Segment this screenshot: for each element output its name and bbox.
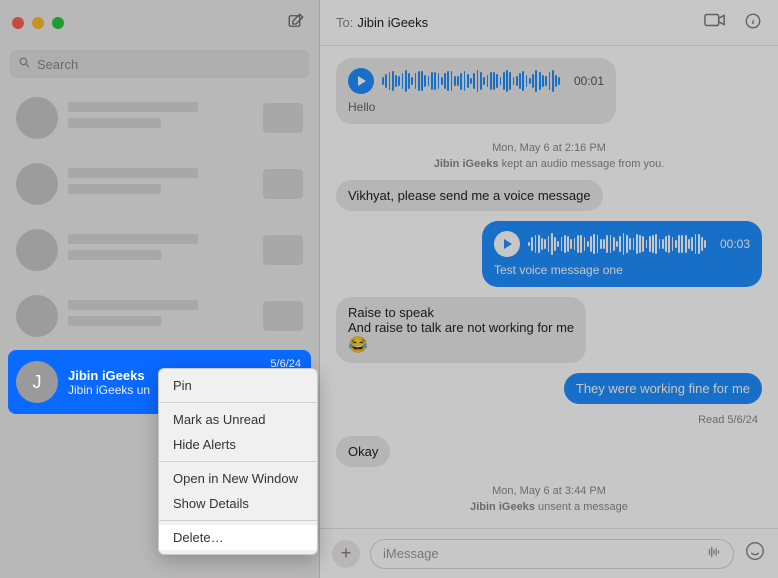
status-line: Jibin iGeeks unsent a message — [336, 501, 762, 513]
play-icon[interactable] — [494, 231, 520, 257]
info-icon[interactable] — [744, 12, 762, 33]
search-placeholder: Search — [37, 57, 78, 72]
emoji-laugh: 😂 — [348, 337, 368, 354]
message-outgoing[interactable]: They were working fine for me — [564, 373, 762, 404]
conversation-main: To: Jibin iGeeks 00:01 He — [320, 0, 778, 578]
window-close-button[interactable] — [12, 17, 24, 29]
message-composer: + iMessage — [320, 528, 778, 578]
window-titlebar — [0, 0, 319, 46]
status-line: Jibin iGeeks kept an audio message from … — [336, 158, 762, 170]
apps-button[interactable]: + — [332, 540, 360, 568]
menu-item-pin[interactable]: Pin — [159, 373, 317, 398]
audio-duration: 00:01 — [574, 74, 604, 88]
audio-label: Hello — [348, 100, 604, 114]
conversation-header: To: Jibin iGeeks — [320, 0, 778, 46]
menu-item-hide-alerts[interactable]: Hide Alerts — [159, 432, 317, 457]
search-input[interactable]: Search — [10, 50, 309, 78]
audio-label: Test voice message one — [494, 263, 750, 277]
window-zoom-button[interactable] — [52, 17, 64, 29]
menu-item-delete[interactable]: Delete… — [159, 525, 317, 550]
message-thread[interactable]: 00:01 Hello Mon, May 6 at 2:16 PM Jibin … — [320, 46, 778, 528]
recipient-name: Jibin iGeeks — [357, 15, 428, 30]
timestamp: Mon, May 6 at 3:44 PM — [336, 485, 762, 497]
list-item[interactable] — [8, 86, 311, 150]
voice-record-icon[interactable] — [705, 545, 723, 562]
read-receipt: Read 5/6/24 — [336, 414, 758, 426]
facetime-icon[interactable] — [704, 12, 726, 33]
waveform — [382, 70, 560, 92]
to-label: To: — [336, 15, 353, 30]
play-icon[interactable] — [348, 68, 374, 94]
list-item[interactable] — [8, 152, 311, 216]
audio-duration: 00:03 — [720, 237, 750, 251]
search-icon — [18, 56, 31, 72]
avatar: J — [16, 361, 58, 403]
message-incoming[interactable]: Okay — [336, 436, 390, 467]
message-input[interactable]: iMessage — [370, 539, 734, 569]
emoji-picker-icon[interactable] — [744, 540, 766, 568]
input-placeholder: iMessage — [383, 546, 439, 561]
menu-item-open-new-window[interactable]: Open in New Window — [159, 466, 317, 491]
message-incoming[interactable]: Raise to speak And raise to talk are not… — [336, 297, 586, 363]
context-menu: Pin Mark as Unread Hide Alerts Open in N… — [158, 368, 318, 555]
timestamp: Mon, May 6 at 2:16 PM — [336, 142, 762, 154]
audio-message-incoming[interactable]: 00:01 Hello — [336, 58, 616, 124]
audio-message-outgoing[interactable]: 00:03 Test voice message one — [482, 221, 762, 287]
message-incoming[interactable]: Vikhyat, please send me a voice message — [336, 180, 603, 211]
window-minimize-button[interactable] — [32, 17, 44, 29]
compose-icon[interactable] — [287, 12, 305, 35]
waveform — [528, 233, 706, 255]
menu-item-show-details[interactable]: Show Details — [159, 491, 317, 516]
list-item[interactable] — [8, 284, 311, 348]
list-item[interactable] — [8, 218, 311, 282]
menu-item-mark-unread[interactable]: Mark as Unread — [159, 407, 317, 432]
